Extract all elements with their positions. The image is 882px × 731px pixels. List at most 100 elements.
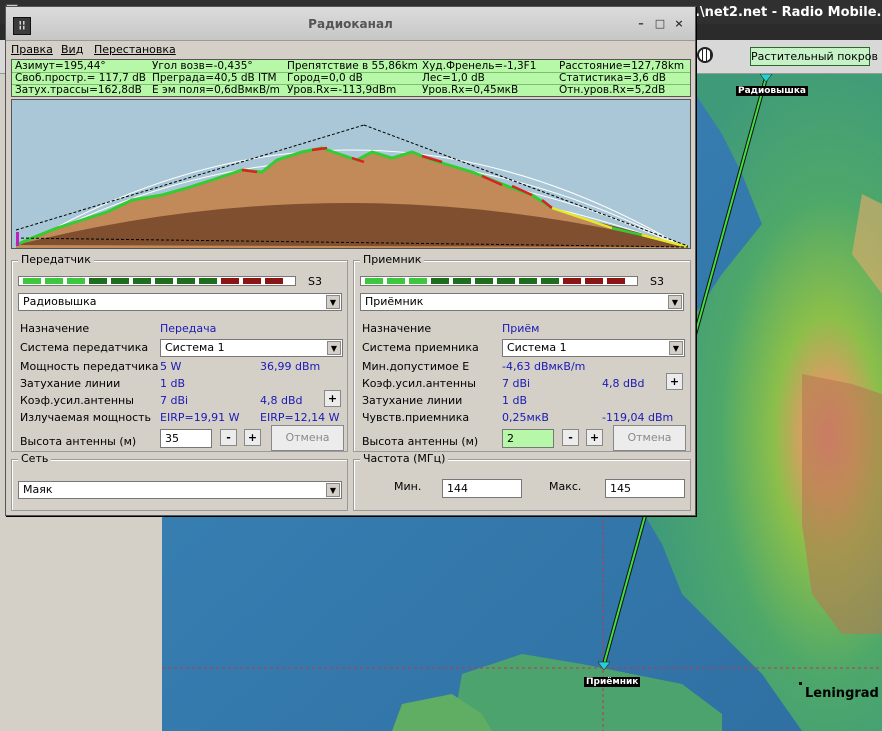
stat-elevation: Угол возв=-0,435° — [152, 60, 253, 72]
chevron-down-icon: ▼ — [327, 341, 341, 355]
tx-erp-label: Излучаемая мощность — [20, 411, 152, 424]
tx-height-increase-button[interactable]: + — [244, 429, 261, 446]
tx-power-w: 5 W — [160, 360, 182, 373]
receiver-group: Приемник S3 Приёмник ▼ Назначение Приём … — [353, 253, 691, 452]
freq-min-label: Мин. — [394, 480, 422, 493]
rx-signal-meter — [360, 276, 638, 286]
rx-signal-label: S3 — [650, 275, 664, 288]
rx-sens-uv: 0,25мкВ — [502, 411, 549, 424]
maximize-icon[interactable]: □ — [654, 18, 666, 30]
tx-height-decrease-button[interactable]: - — [220, 429, 237, 446]
terrain-profile[interactable] — [11, 99, 691, 249]
tx-antenna-add-button[interactable]: + — [324, 390, 341, 407]
minimize-icon[interactable]: – — [635, 18, 647, 30]
map-tx-label: Радиовышка — [736, 86, 809, 96]
receiver-group-title: Приемник — [360, 253, 425, 266]
globe-icon[interactable] — [697, 47, 713, 63]
network-group: Сеть Маяк ▼ — [11, 452, 348, 511]
freq-max-input[interactable]: 145 — [605, 479, 685, 498]
transmitter-group-title: Передатчик — [18, 253, 94, 266]
stat-distance: Расстояние=127,78km — [559, 60, 685, 72]
rx-gain-dbd: 4,8 dBd — [602, 377, 645, 390]
stat-statistics: Статистика=3,6 dB — [559, 72, 667, 84]
stat-obstruction: Преграда=40,5 dB ITM — [152, 72, 277, 84]
tx-power-label: Мощность передатчика — [20, 360, 159, 373]
rx-loss-label: Затухание линии — [362, 394, 463, 407]
rx-unit-value: Приёмник — [365, 295, 424, 308]
land-cover-button[interactable]: Растительный покров — [750, 47, 878, 66]
rx-unit-select[interactable]: Приёмник ▼ — [360, 293, 684, 311]
chevron-down-icon: ▼ — [326, 483, 340, 497]
tx-signal-label: S3 — [308, 275, 322, 288]
chevron-down-icon: ▼ — [668, 295, 682, 309]
tx-loss-label: Затухание линии — [20, 377, 121, 390]
frequency-group: Частота (МГц) Мин. 144 Макс. 145 — [353, 452, 691, 511]
transmitter-group: Передатчик S3 Радиовышка ▼ Назначение Пе… — [11, 253, 348, 452]
stat-urban: Город=0,0 dB — [287, 72, 363, 84]
stat-rx-relative: Отн.уров.Rx=5,2dB — [559, 84, 666, 96]
close-icon[interactable]: × — [673, 18, 685, 30]
tx-erp: EIRP=12,14 W — [260, 411, 340, 424]
tx-gain-label: Коэф.усил.антенны — [20, 394, 134, 407]
network-value: Маяк — [23, 483, 53, 496]
tx-purpose-value: Передача — [160, 322, 217, 335]
tx-unit-value: Радиовышка — [23, 295, 97, 308]
rx-cancel-button[interactable]: Отмена — [613, 425, 686, 451]
dialog-title: Радиоканал — [308, 17, 393, 31]
rx-antenna-add-button[interactable]: + — [666, 373, 683, 390]
tx-height-input[interactable]: 35 — [160, 429, 212, 448]
tx-signal-meter — [18, 276, 296, 286]
rx-sens-label: Чувств.приемника — [362, 411, 470, 424]
tx-system-value: Система 1 — [165, 341, 225, 354]
rx-system-label: Система приемника — [362, 341, 479, 354]
network-group-title: Сеть — [18, 452, 52, 465]
freq-max-label: Макс. — [549, 480, 582, 493]
rx-system-value: Система 1 — [507, 341, 567, 354]
tx-cancel-button[interactable]: Отмена — [271, 425, 344, 451]
rx-purpose-label: Назначение — [362, 322, 432, 335]
tx-gain-dbi: 7 dBi — [160, 394, 189, 407]
map-rx-label: Приёмник — [584, 677, 641, 687]
stat-e-field: E эм поля=0,6dBмкВ/m — [152, 84, 280, 96]
tx-unit-select[interactable]: Радиовышка ▼ — [18, 293, 342, 311]
rx-purpose-value: Приём — [502, 322, 540, 335]
stat-fresnel: Худ.Френель=-1,3F1 — [422, 60, 537, 72]
dialog-menubar: Правка Вид Перестановка — [6, 41, 695, 59]
stat-azimuth: Азимут=195,44° — [15, 60, 106, 72]
main-window-title: ..\net2.net - Radio Mobile..\net.. — [690, 5, 882, 20]
stat-rx-level-uv: Уров.Rx=0,45мкВ — [422, 84, 519, 96]
rx-min-e-value: -4,63 dBмкВ/m — [502, 360, 586, 373]
tx-height-label: Высота антенны (м) — [20, 435, 137, 448]
menu-view[interactable]: Вид — [61, 43, 83, 56]
menu-swap[interactable]: Перестановка — [94, 43, 176, 56]
stat-rx-level-dbm: Уров.Rx=-113,9dBm — [287, 84, 397, 96]
rx-height-decrease-button[interactable]: - — [562, 429, 579, 446]
rx-gain-label: Коэф.усил.антенны — [362, 377, 476, 390]
rx-min-e-label: Мин.допустимое E — [362, 360, 470, 373]
radio-link-dialog: ¦¦ Радиоканал – □ × Правка Вид Перестано… — [5, 6, 696, 516]
map-city-label: Leningrad — [799, 682, 879, 701]
tx-eirp: EIRP=19,91 W — [160, 411, 240, 424]
rx-height-input[interactable]: 2 — [502, 429, 554, 448]
tx-loss-value: 1 dB — [160, 377, 186, 390]
network-select[interactable]: Маяк ▼ — [18, 481, 342, 499]
rx-loss-value: 1 dB — [502, 394, 528, 407]
rx-gain-dbi: 7 dBi — [502, 377, 531, 390]
rx-system-select[interactable]: Система 1 ▼ — [502, 339, 685, 357]
chevron-down-icon: ▼ — [326, 295, 340, 309]
link-stats-table: Азимут=195,44° Угол возв=-0,435° Препятс… — [11, 59, 691, 97]
menu-edit[interactable]: Правка — [11, 43, 53, 56]
chevron-down-icon: ▼ — [669, 341, 683, 355]
rx-height-increase-button[interactable]: + — [586, 429, 603, 446]
frequency-group-title: Частота (МГц) — [360, 452, 449, 465]
profile-canvas — [12, 100, 690, 248]
tx-gain-dbd: 4,8 dBd — [260, 394, 303, 407]
stat-free-space: Своб.простр.= 117,7 dB — [15, 72, 147, 84]
tx-system-label: Система передатчика — [20, 341, 149, 354]
stat-obstacle: Препятствие в 55,86km — [287, 60, 418, 72]
tx-purpose-label: Назначение — [20, 322, 90, 335]
tx-system-select[interactable]: Система 1 ▼ — [160, 339, 343, 357]
freq-min-input[interactable]: 144 — [442, 479, 522, 498]
tx-power-dbm: 36,99 dBm — [260, 360, 321, 373]
rx-sens-dbm: -119,04 dBm — [602, 411, 674, 424]
